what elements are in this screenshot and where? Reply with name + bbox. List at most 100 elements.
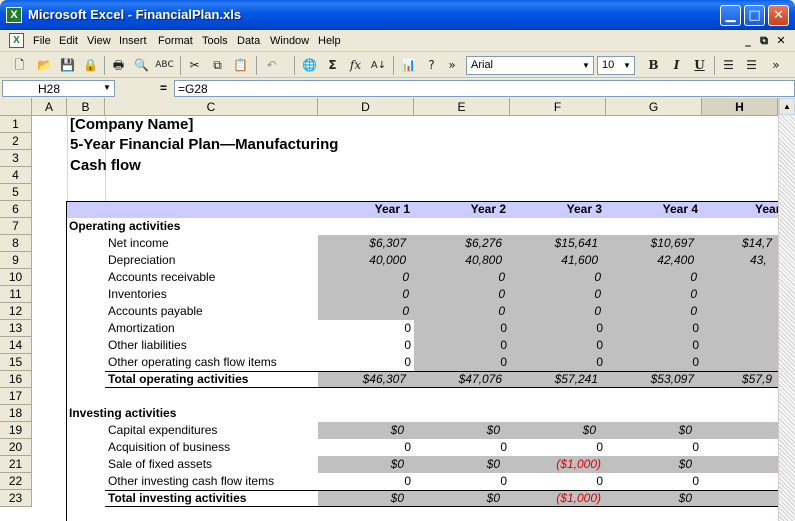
hyperlink-icon[interactable]: 🌐 [300,56,319,75]
row-label[interactable]: Other liabilities [108,337,187,354]
doc-close-icon[interactable]: ✕ [773,33,789,48]
row-header-3[interactable]: 3 [0,150,32,167]
select-all-corner[interactable] [0,98,32,116]
company-name[interactable]: [Company Name] [70,116,193,133]
column-header-c[interactable]: C [105,98,318,116]
chart-wizard-icon[interactable]: 📊 [399,56,418,75]
cell-value[interactable]: 0 [318,337,411,354]
font-size-select[interactable]: 10 ▼ [597,56,635,75]
row-header-14[interactable]: 14 [0,337,32,354]
sheet-subtitle[interactable]: Cash flow [70,157,141,174]
menu-file[interactable]: File [33,35,51,47]
cell-value[interactable]: 0 [318,269,409,286]
cell-value[interactable]: 0 [414,354,507,371]
cell-value[interactable]: $57,241 [510,371,598,388]
menu-window[interactable]: Window [270,35,309,47]
cell-value[interactable]: $0 [318,422,404,439]
row-label[interactable]: Amortization [108,320,175,337]
scroll-track[interactable] [779,115,795,521]
row-header-10[interactable]: 10 [0,269,32,286]
row-header-19[interactable]: 19 [0,422,32,439]
menu-edit[interactable]: Edit [59,35,78,47]
align-left-icon[interactable]: ☰ [719,56,738,75]
row-label[interactable]: Other investing cash flow items [108,473,274,490]
cell-value[interactable]: 0 [414,320,507,337]
cell-value[interactable]: $53,097 [606,371,694,388]
cell-value[interactable]: 0 [606,439,699,456]
plan-title[interactable]: 5-Year Financial Plan—Manufacturing [70,136,338,153]
cell-value[interactable]: 0 [510,303,601,320]
cell-value[interactable]: 0 [414,269,505,286]
scroll-up-icon[interactable]: ▲ [779,98,795,115]
doc-minimize-icon[interactable]: _ [740,33,756,48]
workbook-icon[interactable]: X [9,33,24,48]
menu-tools[interactable]: Tools [202,35,228,47]
year-header[interactable]: Year 1 [318,201,410,218]
cell-value[interactable]: 0 [510,320,603,337]
cell-value[interactable]: 0 [606,320,699,337]
sort-ascending-icon[interactable]: A↓ [369,56,388,75]
row-label[interactable]: Accounts receivable [108,269,215,286]
row-header-12[interactable]: 12 [0,303,32,320]
save-icon[interactable]: 💾 [58,56,77,75]
copy-icon[interactable]: ⧉ [208,56,227,75]
cell-value[interactable]: 0 [318,320,411,337]
cell-value[interactable]: 0 [510,337,603,354]
row-header-18[interactable]: 18 [0,405,32,422]
year-header[interactable]: Year 4 [606,201,698,218]
row-label[interactable]: Acquisition of business [108,439,230,456]
column-header-a[interactable]: A [32,98,67,116]
row-header-1[interactable]: 1 [0,116,32,133]
cell-value[interactable]: 41,600 [510,252,598,269]
column-header-f[interactable]: F [510,98,606,116]
menu-data[interactable]: Data [237,35,260,47]
new-icon[interactable]: 🗋 [10,56,29,75]
row-header-15[interactable]: 15 [0,354,32,371]
row-header-7[interactable]: 7 [0,218,32,235]
row-header-17[interactable]: 17 [0,388,32,405]
cell-value[interactable]: $0 [606,422,692,439]
toolbar-options-icon[interactable]: » [770,56,782,75]
paste-icon[interactable]: 📋 [231,56,250,75]
column-header-d[interactable]: D [318,98,414,116]
bold-button[interactable]: B [644,56,663,75]
row-label[interactable]: Sale of fixed assets [108,456,212,473]
column-header-h[interactable]: H [702,98,778,116]
row-header-4[interactable]: 4 [0,167,32,184]
row-header-2[interactable]: 2 [0,133,32,150]
cell-value[interactable]: $0 [414,422,500,439]
insert-function-icon[interactable]: fx [346,56,365,75]
cell-value[interactable]: 0 [510,269,601,286]
chevron-down-icon[interactable]: ▼ [101,81,113,95]
cell-value[interactable]: 0 [414,439,507,456]
cell-value[interactable]: 0 [606,354,699,371]
cell-value[interactable]: 0 [414,473,507,490]
cell-value[interactable]: $14,7 [742,235,778,252]
cut-icon[interactable]: ✂ [185,56,204,75]
row-header-22[interactable]: 22 [0,473,32,490]
row-header-20[interactable]: 20 [0,439,32,456]
cell-value[interactable]: 40,800 [414,252,502,269]
minimize-icon[interactable]: ▁ [720,5,741,26]
spelling-icon[interactable]: ABC [155,56,174,75]
cell-value[interactable]: 0 [318,439,411,456]
row-header-8[interactable]: 8 [0,235,32,252]
autosum-icon[interactable]: Σ [323,56,342,75]
cell-value[interactable]: $6,307 [318,235,406,252]
cell-value[interactable]: $0 [606,456,692,473]
print-preview-icon[interactable]: 🔍 [132,56,151,75]
italic-button[interactable]: I [667,56,686,75]
chevron-down-icon[interactable]: ▼ [621,58,633,73]
menu-insert[interactable]: Insert [119,35,147,47]
cell-value[interactable]: 0 [510,286,601,303]
cell-value[interactable]: 42,400 [606,252,694,269]
cell-value[interactable]: $0 [318,456,404,473]
cell-value[interactable]: $0 [414,456,500,473]
cell-value[interactable]: 0 [606,337,699,354]
cell-value[interactable]: $57,9 [742,371,778,388]
doc-restore-icon[interactable]: ⧉ [756,33,772,48]
column-header-b[interactable]: B [67,98,105,116]
row-label[interactable]: Capital expenditures [108,422,217,439]
cell-value[interactable]: $15,641 [510,235,598,252]
cell-value[interactable]: 0 [510,473,603,490]
